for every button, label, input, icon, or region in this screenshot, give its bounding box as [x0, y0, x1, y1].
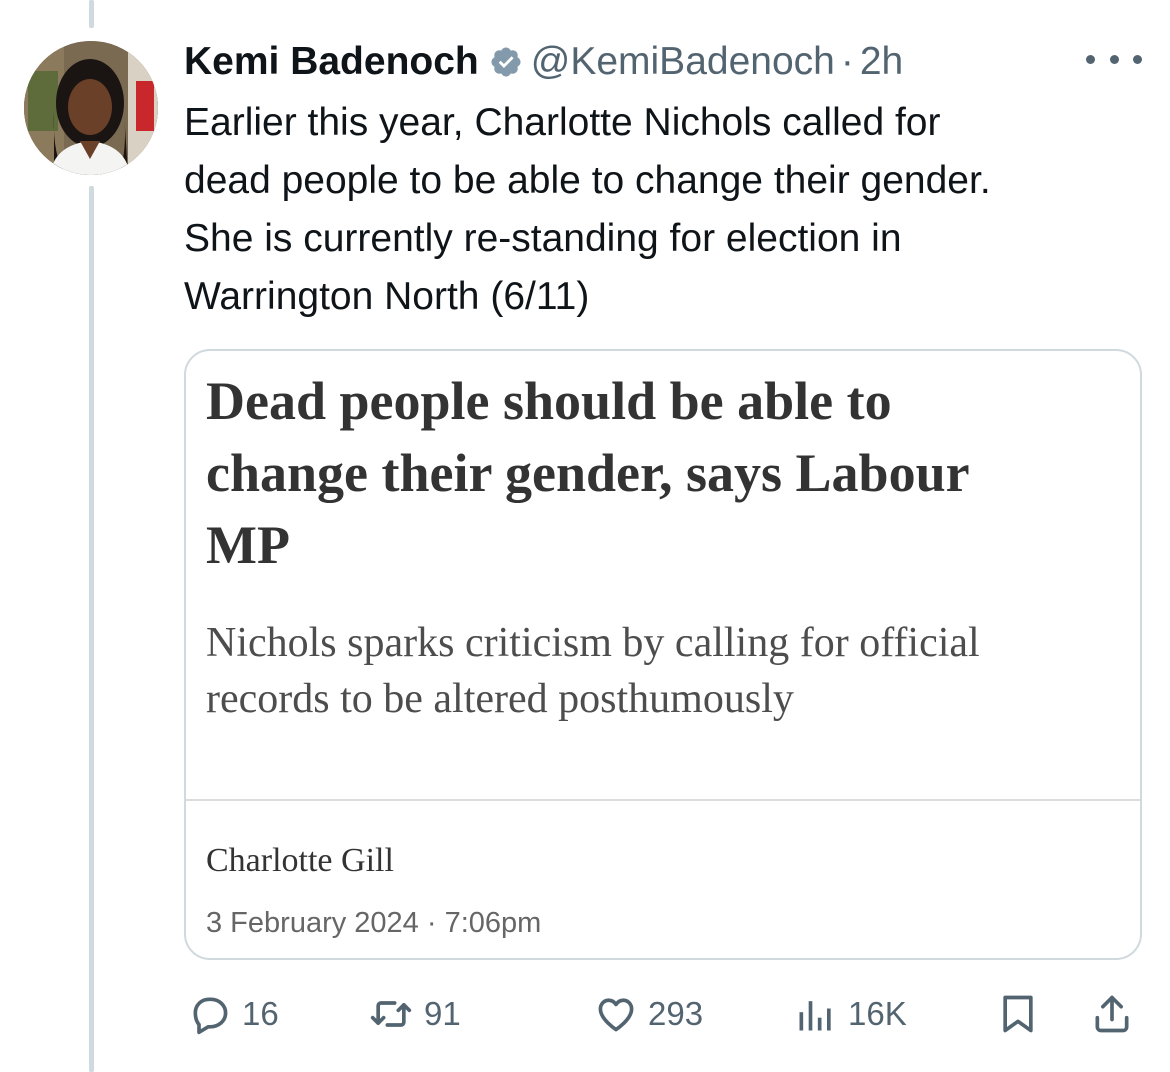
reply-icon — [193, 997, 228, 1035]
tweet-timestamp[interactable]: 2h — [860, 36, 903, 88]
article-headline-line: change their gender, says Labour — [206, 443, 970, 503]
views-button[interactable]: 16K — [794, 986, 907, 1042]
article-date: 3 February 2024 · 7:06pm — [206, 907, 542, 939]
verified-badge-icon[interactable] — [489, 45, 523, 79]
retweet-icon — [370, 1001, 412, 1027]
share-icon — [1095, 995, 1129, 1033]
tweet-text: Earlier this year, Charlotte Nichols cal… — [184, 94, 1144, 326]
avatar-photo — [24, 41, 158, 175]
reply-button[interactable]: 16 — [188, 986, 279, 1042]
tweet-text-line: Earlier this year, Charlotte Nichols cal… — [184, 101, 941, 144]
thread-connector-top — [89, 0, 94, 28]
article-headline-line: Dead people should be able to — [206, 371, 892, 431]
more-options-icon[interactable] — [1086, 44, 1142, 74]
retweet-count: 91 — [424, 995, 461, 1032]
heart-icon — [598, 998, 634, 1032]
tweet-text-line: dead people to be able to change their g… — [184, 159, 991, 202]
tweet-text-line: Warrington North (6/11) — [184, 275, 590, 318]
retweet-button[interactable]: 91 — [368, 986, 461, 1042]
tweet-header: Kemi Badenoch @KemiBadenoch · 2h — [184, 36, 903, 88]
author-name[interactable]: Kemi Badenoch — [184, 36, 479, 88]
tweet-container: Kemi Badenoch @KemiBadenoch · 2h Earlier… — [0, 0, 1170, 1072]
views-count: 16K — [848, 995, 907, 1032]
article-headline: Dead people should be able to change the… — [206, 365, 1116, 581]
article-standfirst: Nichols sparks criticism by calling for … — [206, 615, 1116, 727]
bookmark-button[interactable] — [996, 986, 1040, 1042]
article-author: Charlotte Gill — [206, 842, 394, 879]
views-icon — [799, 1001, 831, 1031]
author-handle[interactable]: @KemiBadenoch — [531, 36, 835, 88]
article-standfirst-line: Nichols sparks criticism by calling for … — [206, 620, 980, 666]
avatar[interactable] — [24, 41, 158, 175]
reply-count: 16 — [242, 995, 279, 1032]
like-button[interactable]: 293 — [594, 986, 703, 1042]
article-card[interactable]: Dead people should be able to change the… — [184, 349, 1142, 960]
share-button[interactable] — [1090, 986, 1134, 1042]
article-standfirst-line: records to be altered posthumously — [206, 676, 794, 722]
action-bar: 16 91 293 16K — [184, 986, 1142, 1042]
header-separator: · — [840, 40, 854, 83]
article-divider — [186, 799, 1140, 801]
bookmark-icon — [1003, 995, 1033, 1033]
tweet-text-line: She is currently re-standing for electio… — [184, 217, 902, 260]
thread-connector-bottom — [89, 186, 94, 1072]
like-count: 293 — [648, 995, 704, 1032]
article-headline-line: MP — [206, 515, 290, 575]
